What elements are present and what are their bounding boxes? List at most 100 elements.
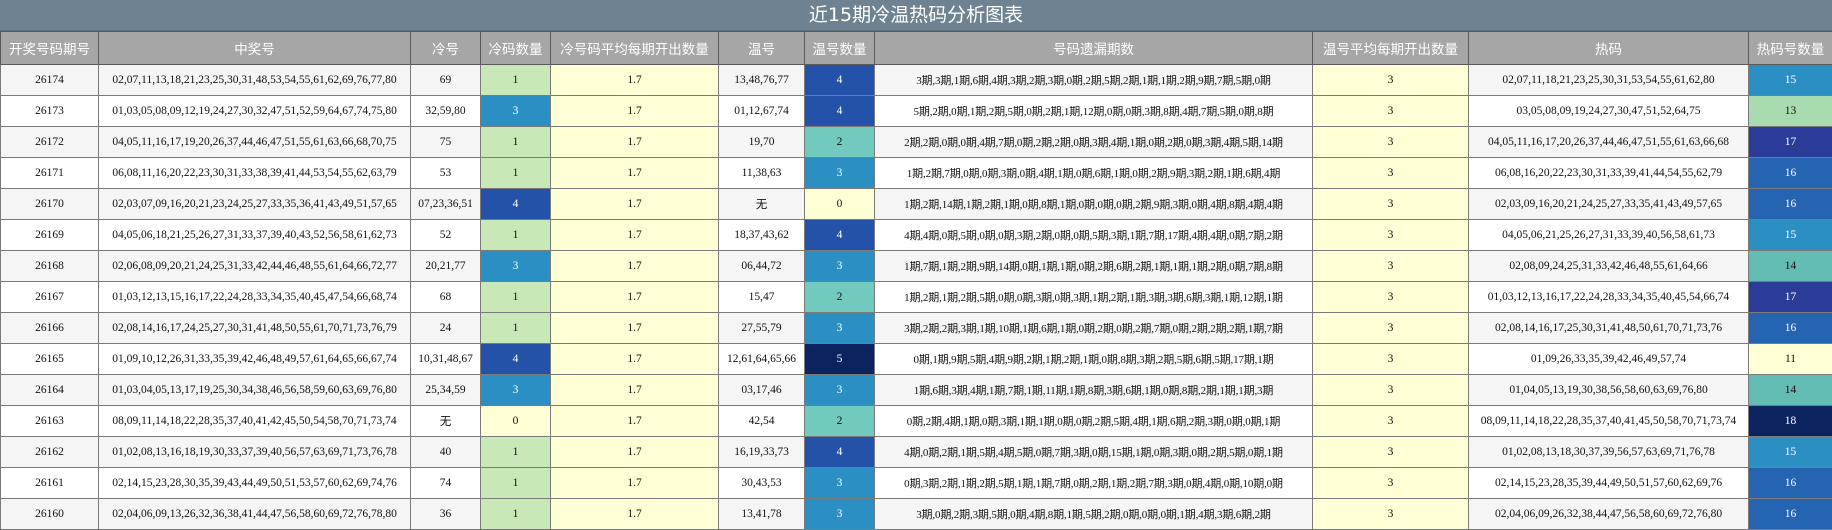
col-header-warm[interactable]: 温号 [718,31,805,65]
cell-hot-count: 16 [1748,467,1832,499]
cell-period: 26161 [0,467,99,499]
col-header-hot-count[interactable]: 热码号数量 [1748,31,1832,65]
cell-cold: 52 [410,219,481,251]
cell-cold-count: 1 [480,64,551,96]
cell-warm-avg: 3 [1312,126,1469,158]
table-row[interactable]: 26167 01,03,12,13,15,16,17,22,24,28,33,34… [0,281,1832,313]
cell-cold: 74 [410,467,481,499]
cell-cold: 53 [410,157,481,189]
cell-cold-avg: 1.7 [550,157,719,189]
cell-warm-count: 2 [804,126,875,158]
cell-cold-count: 1 [480,436,551,468]
cell-warm-count: 2 [804,405,875,437]
cell-numbers: 01,03,05,08,09,12,19,24,27,30,32,47,51,5… [98,95,411,127]
cell-miss: 5期,2期,0期,1期,2期,5期,0期,2期,1期,12期,0期,0期,3期,… [874,95,1313,127]
table-row[interactable]: 26163 08,09,11,14,18,22,28,35,37,40,41,42… [0,405,1832,437]
cell-cold-avg: 1.7 [550,374,719,406]
cell-numbers: 02,14,15,23,28,30,35,39,43,44,49,50,51,5… [98,467,411,499]
cell-hot-count: 16 [1748,312,1832,344]
cell-numbers: 01,09,10,12,26,31,33,35,39,42,46,48,49,5… [98,343,411,375]
table-row[interactable]: 26170 02,03,07,09,16,20,21,23,24,25,27,33… [0,188,1832,220]
cell-miss: 1期,2期,7期,0期,0期,3期,0期,4期,1期,0期,6期,1期,0期,2… [874,157,1313,189]
table-row[interactable]: 26174 02,07,11,13,18,21,23,25,30,31,48,53… [0,64,1832,96]
cell-warm-count: 3 [804,157,875,189]
col-header-hot[interactable]: 热码 [1468,31,1749,65]
cell-cold-count: 1 [480,157,551,189]
col-header-warm-avg[interactable]: 温号平均每期开出数量 [1312,31,1469,65]
cell-warm: 15,47 [718,281,805,313]
cell-miss: 0期,3期,2期,1期,2期,5期,1期,1期,7期,0期,2期,1期,2期,7… [874,467,1313,499]
cell-numbers: 01,03,04,05,13,17,19,25,30,34,38,46,56,5… [98,374,411,406]
cell-numbers: 02,06,08,09,20,21,24,25,31,33,42,44,46,4… [98,250,411,282]
cell-warm-count: 4 [804,95,875,127]
col-header-warm-count[interactable]: 温号数量 [804,31,875,65]
cell-period: 26163 [0,405,99,437]
col-header-miss[interactable]: 号码遗漏期数 [874,31,1313,65]
cell-numbers: 02,08,14,16,17,24,25,27,30,31,41,48,50,5… [98,312,411,344]
cell-cold-count: 4 [480,343,551,375]
cell-cold: 40 [410,436,481,468]
cell-miss: 1期,6期,3期,4期,1期,7期,1期,11期,1期,8期,3期,6期,1期,… [874,374,1313,406]
cell-warm: 42,54 [718,405,805,437]
cell-miss: 0期,1期,9期,5期,4期,9期,2期,1期,2期,1期,0期,8期,3期,2… [874,343,1313,375]
cell-hot-count: 16 [1748,157,1832,189]
cell-miss: 3期,3期,1期,6期,4期,3期,2期,3期,0期,2期,5期,2期,1期,1… [874,64,1313,96]
cell-period: 26174 [0,64,99,96]
cell-warm: 01,12,67,74 [718,95,805,127]
cell-warm-count: 3 [804,498,875,530]
cell-warm-count: 5 [804,343,875,375]
cell-cold-count: 3 [480,374,551,406]
cell-numbers: 06,08,11,16,20,22,23,30,31,33,38,39,41,4… [98,157,411,189]
table-row[interactable]: 26168 02,06,08,09,20,21,24,25,31,33,42,44… [0,250,1832,282]
cell-warm-count: 4 [804,436,875,468]
col-header-cold-avg[interactable]: 冷号码平均每期开出数量 [550,31,719,65]
cell-warm: 11,38,63 [718,157,805,189]
cell-cold-count: 1 [480,126,551,158]
cell-cold: 32,59,80 [410,95,481,127]
cell-miss: 4期,4期,0期,5期,0期,0期,3期,2期,0期,0期,5期,3期,1期,7… [874,219,1313,251]
cell-cold: 75 [410,126,481,158]
table-row[interactable]: 26162 01,02,08,13,16,18,19,30,33,37,39,40… [0,436,1832,468]
cell-miss: 4期,0期,2期,1期,5期,4期,5期,0期,7期,3期,0期,15期,1期,… [874,436,1313,468]
cell-cold-avg: 1.7 [550,250,719,282]
cell-cold-count: 1 [480,312,551,344]
table-row[interactable]: 26171 06,08,11,16,20,22,23,30,31,33,38,39… [0,157,1832,189]
table-row[interactable]: 26166 02,08,14,16,17,24,25,27,30,31,41,48… [0,312,1832,344]
table-row[interactable]: 26169 04,05,06,18,21,25,26,27,31,33,37,39… [0,219,1832,251]
cell-warm-count: 3 [804,250,875,282]
cell-cold-avg: 1.7 [550,281,719,313]
cell-period: 26173 [0,95,99,127]
table-row[interactable]: 26160 02,04,06,09,13,26,32,36,38,41,44,47… [0,498,1832,530]
cell-hot: 02,14,15,23,28,35,39,44,49,50,51,57,60,6… [1468,467,1749,499]
cell-cold-count: 1 [480,281,551,313]
cell-hot: 01,02,08,13,18,30,37,39,56,57,63,69,71,7… [1468,436,1749,468]
col-header-cold[interactable]: 冷号 [410,31,481,65]
cell-cold-avg: 1.7 [550,64,719,96]
cell-hot-count: 16 [1748,188,1832,220]
table-row[interactable]: 26161 02,14,15,23,28,30,35,39,43,44,49,50… [0,467,1832,499]
cell-cold-avg: 1.7 [550,343,719,375]
table-row[interactable]: 26165 01,09,10,12,26,31,33,35,39,42,46,48… [0,343,1832,375]
cell-miss: 2期,2期,0期,0期,4期,7期,0期,2期,2期,0期,3期,4期,1期,0… [874,126,1313,158]
col-header-period[interactable]: 开奖号码期号 [0,31,99,65]
col-header-cold-count[interactable]: 冷码数量 [480,31,551,65]
cell-cold: 36 [410,498,481,530]
table-row[interactable]: 26164 01,03,04,05,13,17,19,25,30,34,38,46… [0,374,1832,406]
cell-period: 26171 [0,157,99,189]
table-row[interactable]: 26173 01,03,05,08,09,12,19,24,27,30,32,47… [0,95,1832,127]
cell-miss: 1期,2期,14期,1期,2期,1期,0期,8期,1期,0期,0期,0期,2期,… [874,188,1313,220]
table-row[interactable]: 26172 04,05,11,16,17,19,20,26,37,44,46,47… [0,126,1832,158]
cell-hot: 04,05,06,21,25,26,27,31,33,39,40,56,58,6… [1468,219,1749,251]
cell-warm: 12,61,64,65,66 [718,343,805,375]
col-header-numbers[interactable]: 中奖号 [98,31,411,65]
cell-cold: 24 [410,312,481,344]
cell-period: 26170 [0,188,99,220]
cell-warm-avg: 3 [1312,498,1469,530]
cell-warm: 18,37,43,62 [718,219,805,251]
cell-cold: 10,31,48,67 [410,343,481,375]
cell-warm: 16,19,33,73 [718,436,805,468]
cell-hot: 01,09,26,33,35,39,42,46,49,57,74 [1468,343,1749,375]
cell-cold-count: 3 [480,95,551,127]
cell-period: 26167 [0,281,99,313]
page-title: 近15期冷温热码分析图表 [0,0,1832,31]
